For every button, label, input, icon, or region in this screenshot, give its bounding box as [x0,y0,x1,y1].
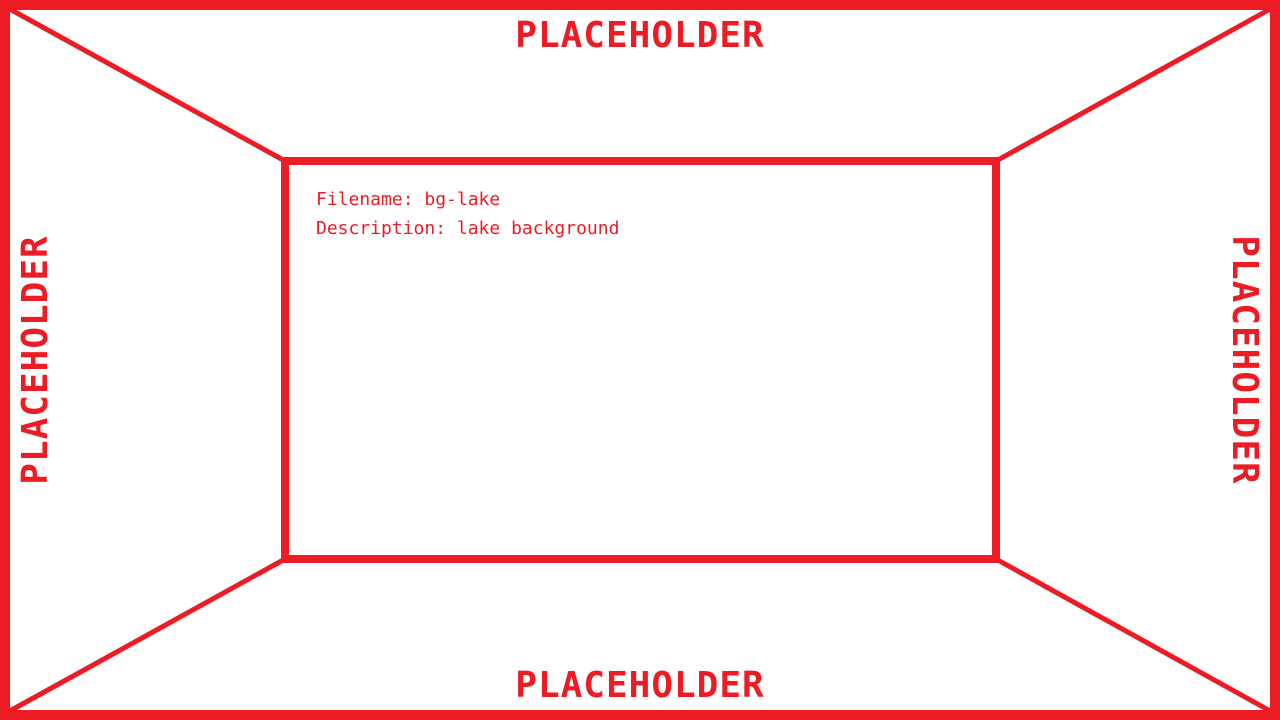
inner-frame: Filename: bg-lake Description: lake back… [281,157,1000,563]
placeholder-label-right: PLACEHOLDER [1224,235,1265,485]
placeholder-label-top: PLACEHOLDER [515,15,765,56]
placeholder-label-left: PLACEHOLDER [15,235,56,485]
placeholder-canvas: PLACEHOLDER PLACEHOLDER PLACEHOLDER PLAC… [0,0,1280,720]
description-text: Description: lake background [316,218,620,239]
filename-text: Filename: bg-lake [316,189,501,210]
placeholder-label-bottom: PLACEHOLDER [515,665,765,706]
